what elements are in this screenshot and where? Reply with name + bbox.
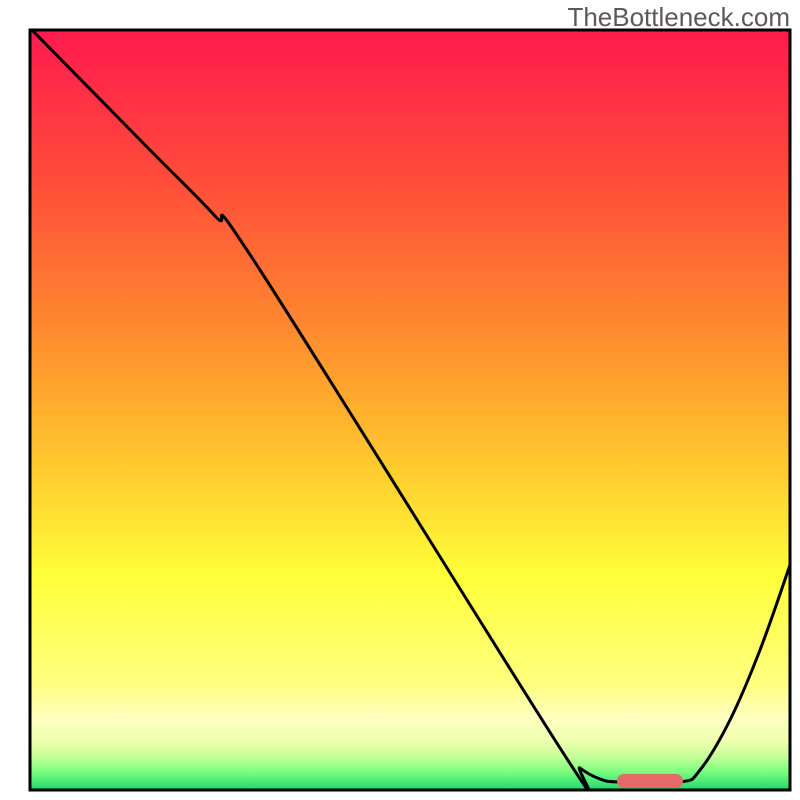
chart-container: TheBottleneck.com	[0, 0, 800, 800]
bottleneck-chart	[0, 0, 800, 800]
watermark-text: TheBottleneck.com	[567, 2, 790, 33]
optimal-marker	[617, 774, 683, 788]
